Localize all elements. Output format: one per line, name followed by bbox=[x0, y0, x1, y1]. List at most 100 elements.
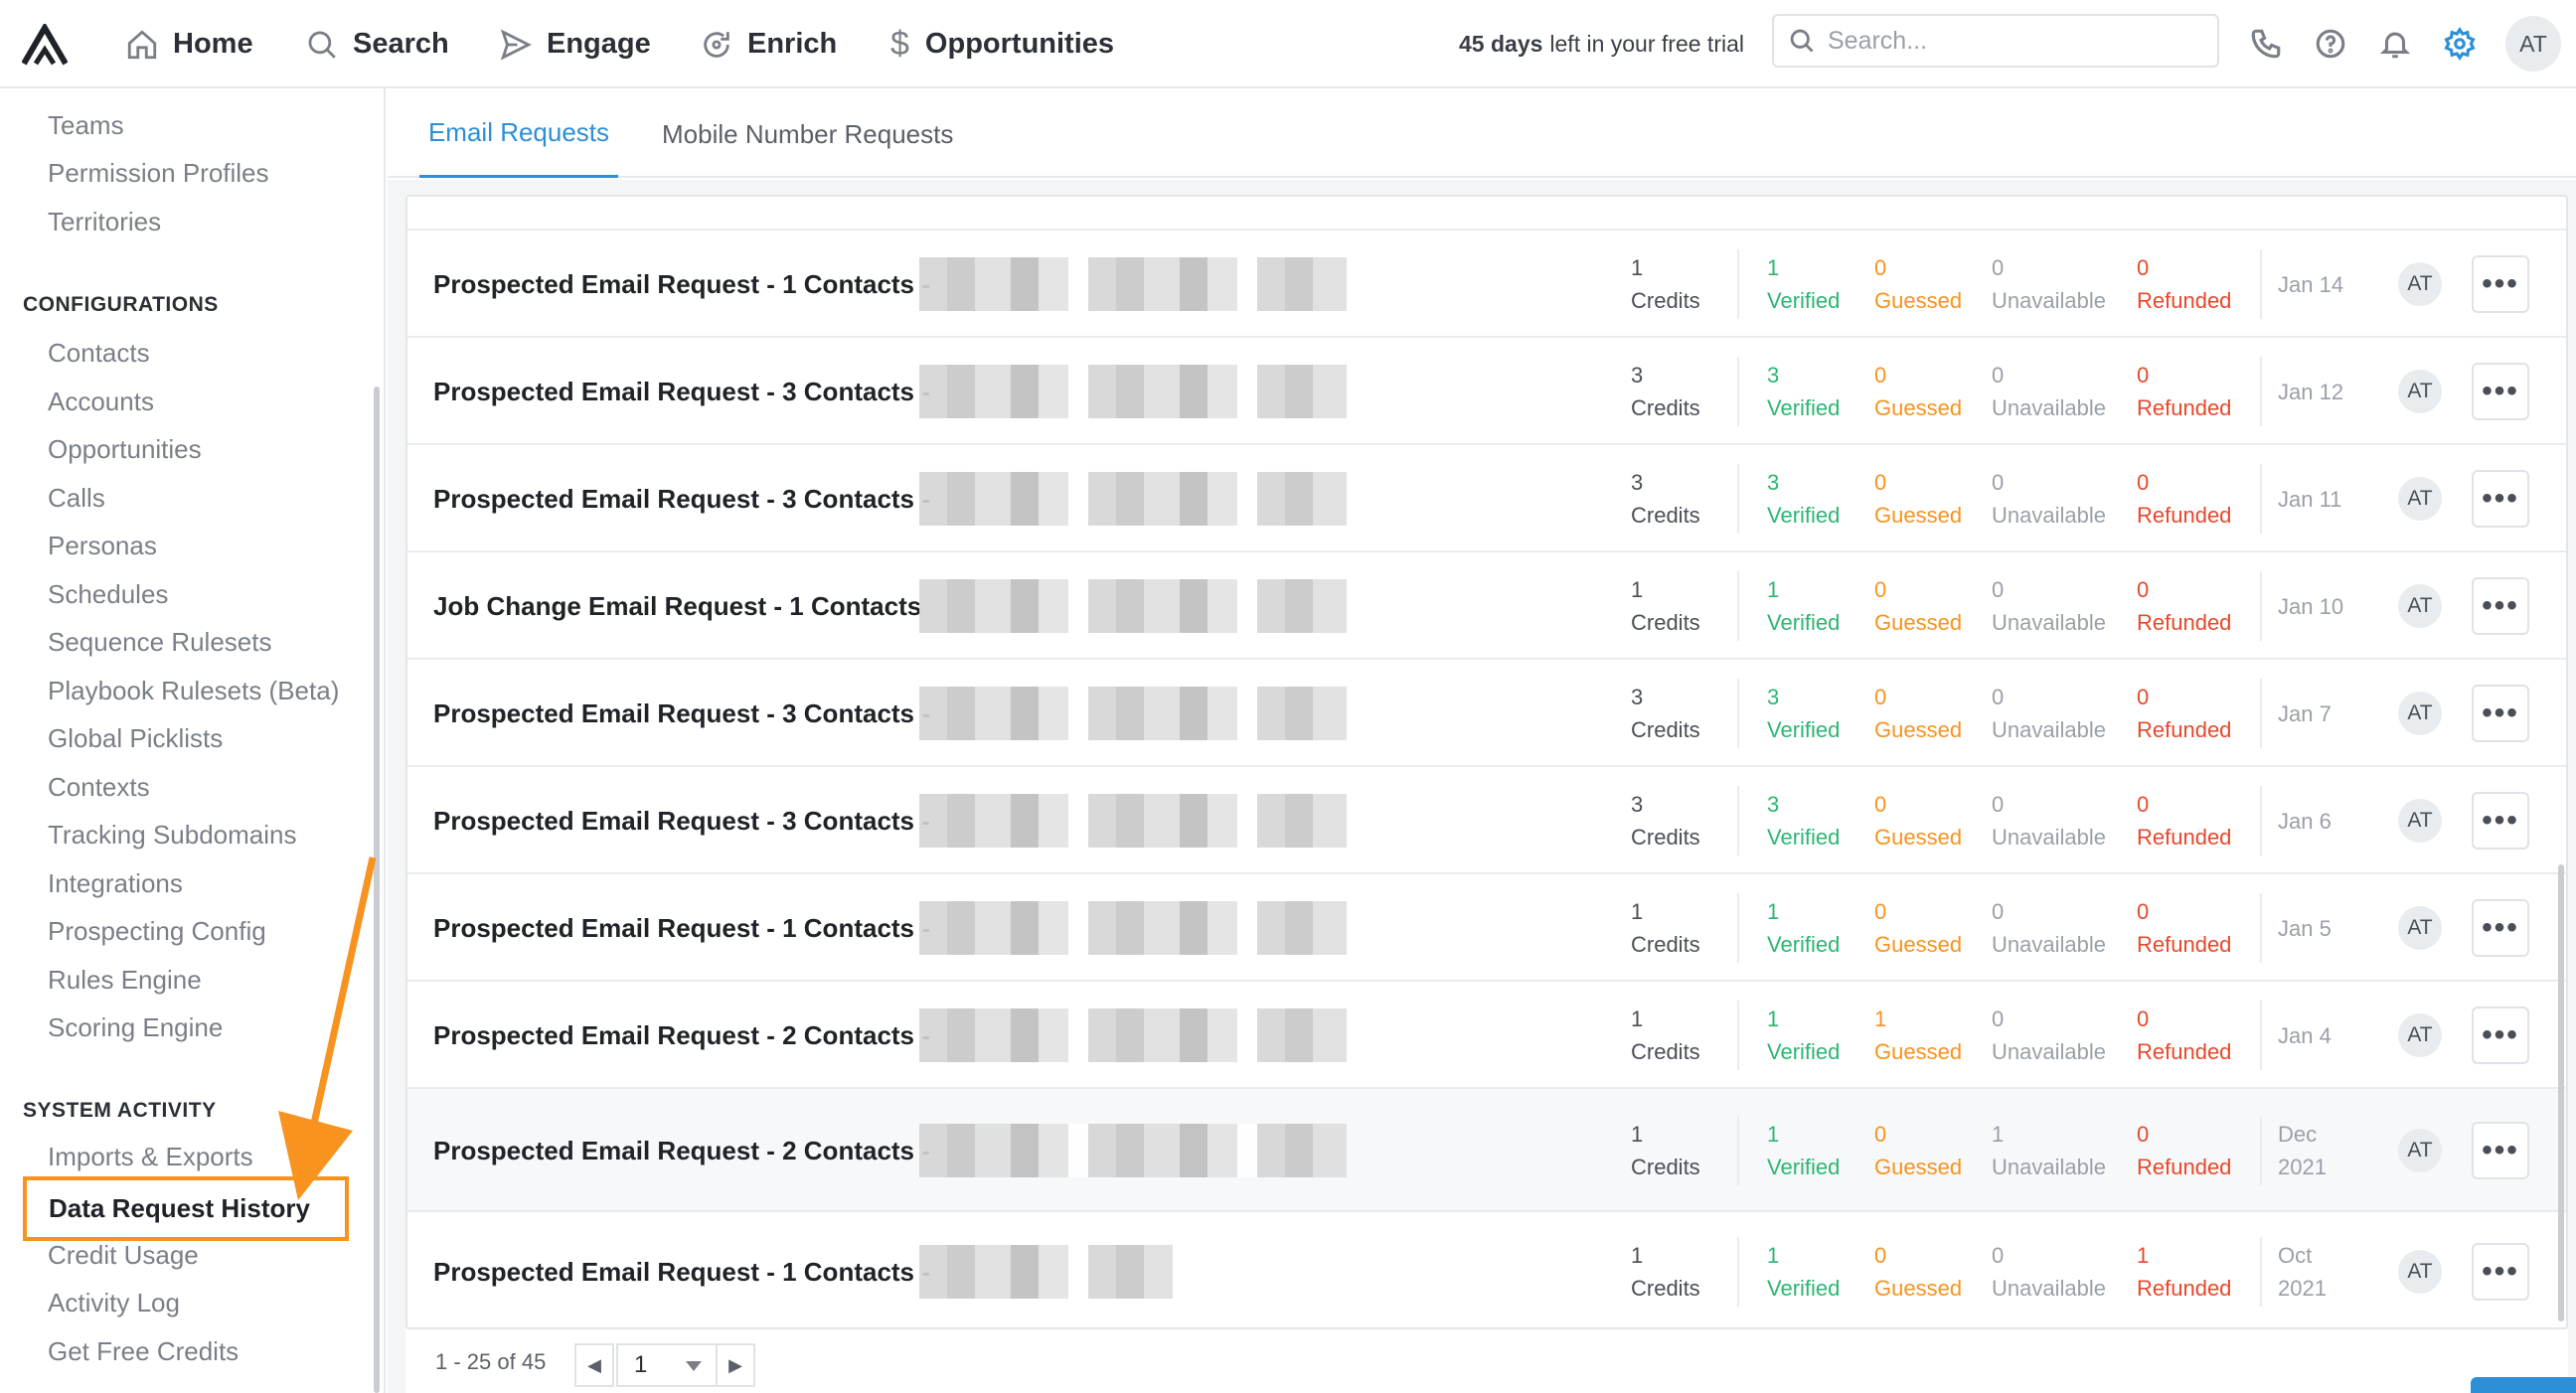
unavailable-cell: 0 Unavailable bbox=[1992, 1003, 2106, 1068]
table-row[interactable]: Prospected Email Request - 3 Contacts - 3… bbox=[407, 767, 2566, 874]
more-horizontal-icon: ••• bbox=[2482, 1134, 2519, 1166]
more-actions-button[interactable]: ••• bbox=[2472, 255, 2529, 313]
sidebar-item-contacts[interactable]: Contacts bbox=[48, 338, 150, 369]
more-actions-button[interactable]: ••• bbox=[2472, 1122, 2529, 1179]
app-logo-icon[interactable] bbox=[22, 24, 68, 66]
credits-label: Credits bbox=[1631, 717, 1700, 742]
sidebar-item-get-free-credits[interactable]: Get Free Credits bbox=[48, 1336, 239, 1367]
sidebar-item-calls[interactable]: Calls bbox=[48, 483, 105, 514]
credits-count: 3 bbox=[1631, 470, 1644, 495]
request-title[interactable]: Prospected Email Request - 1 Contacts - bbox=[433, 1257, 930, 1288]
nav-enrich[interactable]: Enrich bbox=[700, 0, 837, 88]
send-icon bbox=[500, 28, 532, 61]
request-title[interactable]: Prospected Email Request - 3 Contacts - bbox=[433, 377, 930, 407]
guessed-label: Guessed bbox=[1874, 1039, 1963, 1064]
page-select[interactable]: 1 bbox=[616, 1343, 718, 1387]
sidebar-item-schedules[interactable]: Schedules bbox=[48, 579, 168, 610]
search-icon bbox=[1790, 29, 1814, 53]
phone-button[interactable] bbox=[2244, 22, 2288, 66]
sidebar-item-permission-profiles[interactable]: Permission Profiles bbox=[48, 158, 269, 189]
nav-search[interactable]: Search bbox=[305, 0, 449, 88]
table-scrollbar[interactable] bbox=[2558, 864, 2564, 1321]
sidebar-item-imports-exports[interactable]: Imports & Exports bbox=[48, 1142, 253, 1172]
more-actions-button[interactable]: ••• bbox=[2472, 363, 2529, 420]
table-row[interactable]: Job Change Email Request - 1 Contacts 1 Cr… bbox=[407, 552, 2566, 660]
verified-count: 1 bbox=[1767, 1122, 1780, 1147]
credits-count: 3 bbox=[1631, 363, 1644, 387]
next-page-button[interactable]: ▶ bbox=[716, 1343, 755, 1387]
pagination: 1 - 25 of 45 ◀ 1 ▶ bbox=[405, 1329, 2568, 1393]
sidebar-item-activity-log[interactable]: Activity Log bbox=[48, 1288, 180, 1318]
request-date: Jan 12 bbox=[2278, 376, 2343, 408]
tab-mobile-number-requests[interactable]: Mobile Number Requests bbox=[662, 90, 953, 178]
request-date: Oct 2021 bbox=[2278, 1239, 2327, 1305]
sidebar-item-opportunities[interactable]: Opportunities bbox=[48, 434, 202, 465]
guessed-count: 0 bbox=[1874, 255, 1887, 280]
request-date: Jan 14 bbox=[2278, 268, 2343, 301]
chat-launcher-button[interactable] bbox=[2471, 1377, 2576, 1393]
sidebar-item-scoring-engine[interactable]: Scoring Engine bbox=[48, 1012, 223, 1043]
request-title[interactable]: Prospected Email Request - 3 Contacts - bbox=[433, 698, 930, 729]
request-date-line1: Jan 4 bbox=[2278, 1023, 2332, 1048]
table-row[interactable]: Prospected Email Request - 3 Contacts - 3… bbox=[407, 660, 2566, 767]
table-row[interactable]: Prospected Email Request - 1 Contacts - 1… bbox=[407, 231, 2566, 338]
credits-count: 1 bbox=[1631, 1122, 1644, 1147]
sidebar-item-tracking-subdomains[interactable]: Tracking Subdomains bbox=[48, 820, 297, 851]
sidebar-item-sequence-rulesets[interactable]: Sequence Rulesets bbox=[48, 627, 271, 658]
nav-opportunities[interactable]: $ Opportunities bbox=[890, 0, 1114, 88]
settings-button[interactable] bbox=[2438, 22, 2482, 66]
unavailable-cell: 0 Unavailable bbox=[1992, 359, 2106, 424]
request-date-line2: 2021 bbox=[2278, 1276, 2327, 1301]
table-row[interactable]: Prospected Email Request - 2 Contacts - 1… bbox=[407, 982, 2566, 1089]
help-button[interactable] bbox=[2309, 22, 2352, 66]
sidebar-item-integrations[interactable]: Integrations bbox=[48, 868, 183, 899]
table-row[interactable]: Prospected Email Request - 1 Contacts - 1… bbox=[407, 1212, 2566, 1327]
request-title[interactable]: Job Change Email Request - 1 Contacts bbox=[433, 591, 921, 622]
more-actions-button[interactable]: ••• bbox=[2472, 1006, 2529, 1064]
sidebar-item-rules-engine[interactable]: Rules Engine bbox=[48, 965, 202, 996]
guessed-label: Guessed bbox=[1874, 932, 1963, 957]
global-search-input[interactable] bbox=[1828, 26, 2205, 56]
more-actions-button[interactable]: ••• bbox=[2472, 577, 2529, 635]
nav-home[interactable]: Home bbox=[125, 0, 253, 88]
configurations-heading: CONFIGURATIONS bbox=[23, 293, 219, 316]
sidebar-item-personas[interactable]: Personas bbox=[48, 531, 157, 561]
more-actions-button[interactable]: ••• bbox=[2472, 1243, 2529, 1301]
more-actions-button[interactable]: ••• bbox=[2472, 792, 2529, 850]
request-title[interactable]: Prospected Email Request - 2 Contacts - bbox=[433, 1020, 930, 1051]
table-row[interactable]: Prospected Email Request - 3 Contacts - 3… bbox=[407, 338, 2566, 445]
sidebar-item-territories[interactable]: Territories bbox=[48, 207, 161, 237]
sidebar-item-teams[interactable]: Teams bbox=[48, 110, 124, 141]
request-title[interactable]: Prospected Email Request - 1 Contacts - bbox=[433, 913, 930, 944]
global-search[interactable] bbox=[1772, 14, 2219, 68]
unavailable-label: Unavailable bbox=[1992, 610, 2106, 635]
tab-email-requests[interactable]: Email Requests bbox=[419, 90, 618, 178]
guessed-cell: 0 Guessed bbox=[1874, 895, 1962, 961]
nav-engage[interactable]: Engage bbox=[499, 0, 651, 88]
prev-page-button[interactable]: ◀ bbox=[574, 1343, 614, 1387]
sidebar-item-contexts[interactable]: Contexts bbox=[48, 772, 150, 803]
sidebar-item-playbook-rulesets[interactable]: Playbook Rulesets (Beta) bbox=[48, 676, 339, 706]
more-horizontal-icon: ••• bbox=[2482, 482, 2519, 515]
more-actions-button[interactable]: ••• bbox=[2472, 899, 2529, 957]
refunded-count: 0 bbox=[2137, 685, 2150, 709]
user-avatar[interactable]: AT bbox=[2505, 16, 2561, 72]
more-actions-button[interactable]: ••• bbox=[2472, 685, 2529, 742]
table-row[interactable]: Prospected Email Request - 2 Contacts - 1… bbox=[407, 1089, 2566, 1212]
request-title[interactable]: Prospected Email Request - 3 Contacts - bbox=[433, 806, 930, 837]
request-title[interactable]: Prospected Email Request - 3 Contacts - bbox=[433, 484, 930, 515]
sidebar-item-prospecting-config[interactable]: Prospecting Config bbox=[48, 916, 266, 947]
column-divider bbox=[1737, 1001, 1739, 1070]
sidebar-item-credit-usage[interactable]: Credit Usage bbox=[48, 1240, 199, 1271]
request-title[interactable]: Prospected Email Request - 1 Contacts - bbox=[433, 269, 930, 300]
more-actions-button[interactable]: ••• bbox=[2472, 470, 2529, 528]
redacted-contact-names bbox=[919, 794, 1347, 848]
table-row[interactable]: Prospected Email Request - 3 Contacts - 3… bbox=[407, 445, 2566, 552]
request-title[interactable]: Prospected Email Request - 2 Contacts - bbox=[433, 1136, 930, 1166]
sidebar-item-global-picklists[interactable]: Global Picklists bbox=[48, 723, 223, 754]
notifications-button[interactable] bbox=[2373, 22, 2417, 66]
sidebar-item-accounts[interactable]: Accounts bbox=[48, 387, 154, 417]
table-row[interactable]: Prospected Email Request - 1 Contacts - 1… bbox=[407, 874, 2566, 982]
refunded-label: Refunded bbox=[2137, 825, 2232, 850]
credits-count: 1 bbox=[1631, 899, 1644, 924]
